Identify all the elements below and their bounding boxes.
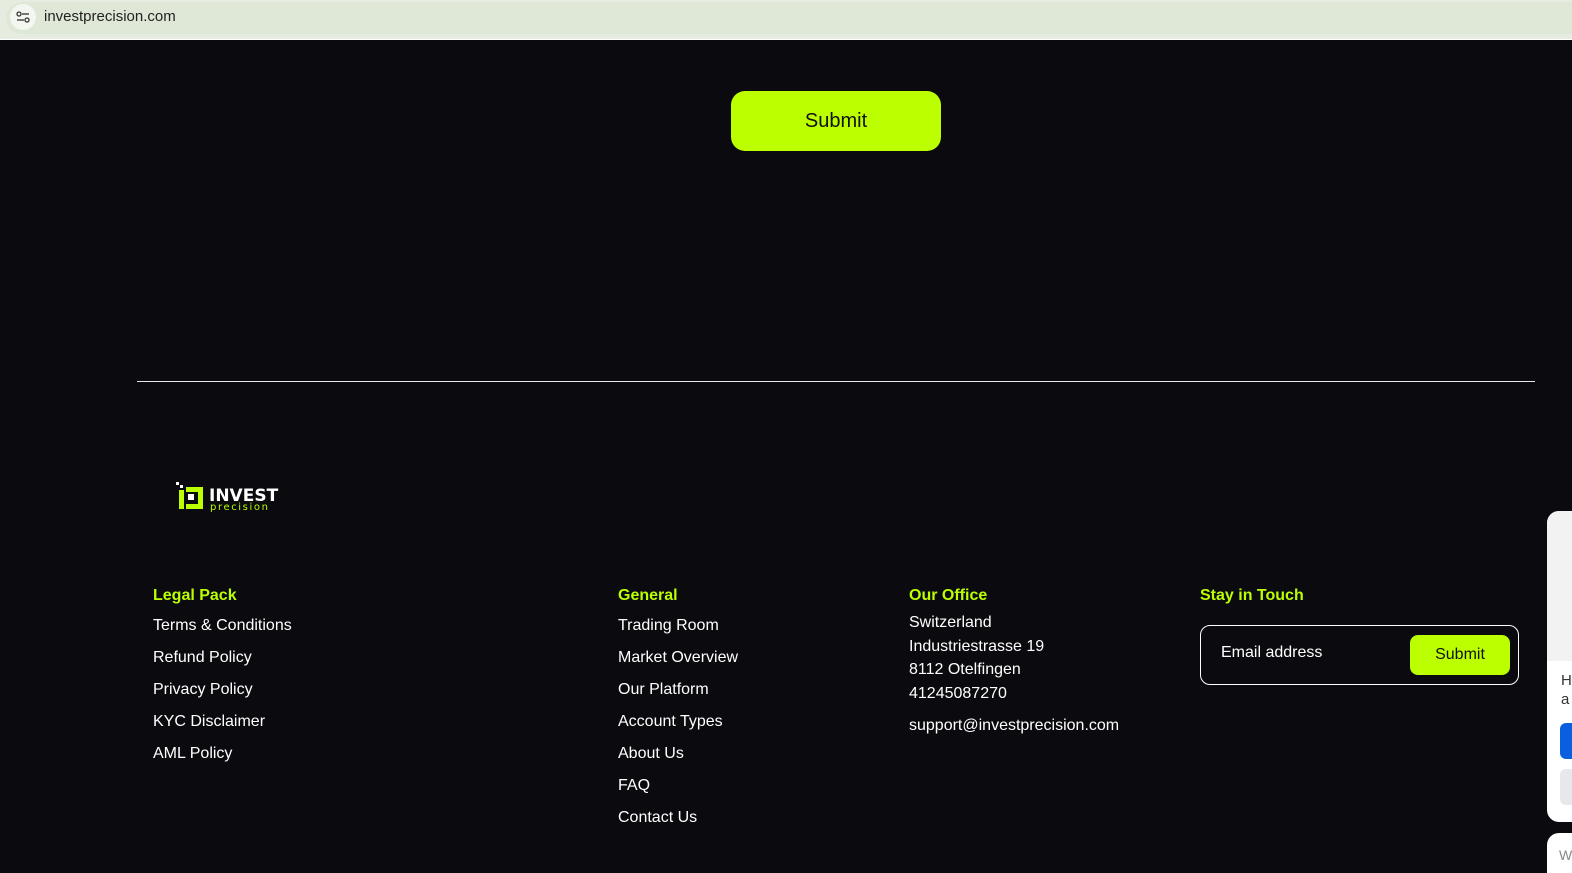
kyc-disclaimer-link[interactable]: KYC Disclaimer <box>153 713 292 745</box>
chat-widget[interactable]: W <box>1547 833 1572 873</box>
newsletter-submit-button[interactable]: Submit <box>1410 635 1510 675</box>
popup-image <box>1547 511 1572 661</box>
browser-address-bar: investprecision.com <box>0 0 1572 40</box>
terms-link[interactable]: Terms & Conditions <box>153 617 292 649</box>
refund-policy-link[interactable]: Refund Policy <box>153 649 292 681</box>
office-column: Our Office Switzerland Industriestrasse … <box>909 587 1119 738</box>
about-us-link[interactable]: About Us <box>618 745 738 777</box>
general-heading: General <box>618 587 678 604</box>
contact-us-link[interactable]: Contact Us <box>618 809 738 841</box>
office-country: Switzerland <box>909 614 992 631</box>
svg-text:precision: precision <box>210 502 270 512</box>
office-heading: Our Office <box>909 587 988 604</box>
legal-pack-column: Legal Pack Terms & Conditions Refund Pol… <box>153 587 292 777</box>
newsletter-email-input[interactable] <box>1221 644 1401 662</box>
office-email[interactable]: support@investprecision.com <box>909 714 1119 738</box>
section-divider <box>137 381 1535 382</box>
popup-text-line2: a <box>1561 691 1570 708</box>
office-phone[interactable]: 41245087270 <box>909 682 1119 706</box>
popup-secondary-button[interactable] <box>1560 769 1572 805</box>
invest-precision-logo[interactable]: INVEST precision <box>176 482 288 512</box>
site-settings-icon[interactable] <box>10 4 36 30</box>
office-street: Industriestrasse 19 <box>909 637 1045 655</box>
our-platform-link[interactable]: Our Platform <box>618 681 738 713</box>
privacy-policy-link[interactable]: Privacy Policy <box>153 681 292 713</box>
submit-button[interactable]: Submit <box>731 91 941 151</box>
newsletter-form: Submit <box>1200 625 1519 685</box>
popup-text-line1: H <box>1561 672 1572 689</box>
notification-popup: H a <box>1547 511 1572 822</box>
general-column: General Trading Room Market Overview Our… <box>618 587 738 841</box>
url-field[interactable] <box>6 2 1572 34</box>
stay-in-touch-column: Stay in Touch <box>1200 587 1304 617</box>
trading-room-link[interactable]: Trading Room <box>618 617 738 649</box>
faq-link[interactable]: FAQ <box>618 777 738 809</box>
legal-pack-heading: Legal Pack <box>153 587 237 604</box>
aml-policy-link[interactable]: AML Policy <box>153 745 292 777</box>
account-types-link[interactable]: Account Types <box>618 713 738 745</box>
url-text[interactable]: investprecision.com <box>44 8 176 25</box>
popup-primary-button[interactable] <box>1560 723 1572 759</box>
stay-in-touch-heading: Stay in Touch <box>1200 587 1304 604</box>
office-city: 8112 Otelfingen <box>909 661 1021 678</box>
market-overview-link[interactable]: Market Overview <box>618 649 738 681</box>
